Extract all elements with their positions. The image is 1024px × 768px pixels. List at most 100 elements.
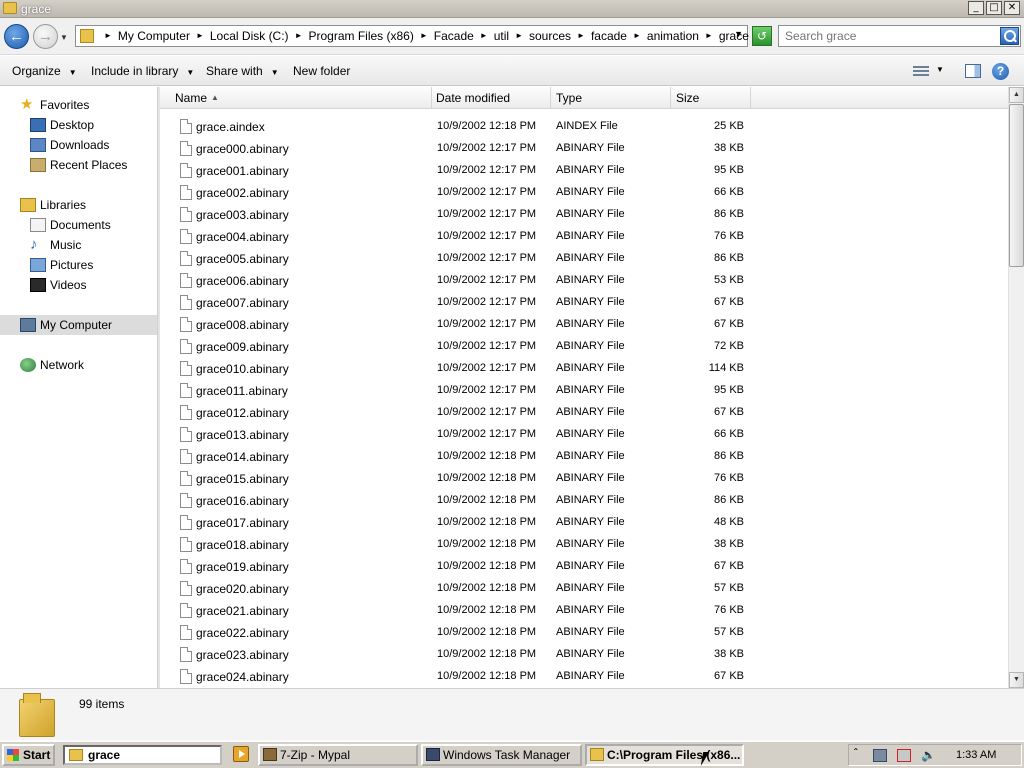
close-button[interactable]: ✕ (1004, 1, 1020, 15)
computer-tray-icon[interactable] (873, 749, 887, 762)
include-in-library-menu[interactable]: Include in library ▼ (91, 64, 194, 78)
nav-documents[interactable]: Documents (30, 215, 111, 235)
chevron-right-icon[interactable]: ► (577, 29, 585, 43)
file-list[interactable]: grace.aindex 10/9/2002 12:18 PM AINDEX Fil… (160, 109, 1008, 688)
maximize-button[interactable]: □ (986, 1, 1002, 15)
breadcrumb-item[interactable]: Local Disk (C:) (210, 29, 289, 43)
file-row[interactable]: grace021.abinary 10/9/2002 12:18 PM ABINAR… (160, 599, 1008, 621)
file-name[interactable]: grace003.abinary (196, 208, 289, 222)
file-name[interactable]: grace006.abinary (196, 274, 289, 288)
file-name[interactable]: grace022.abinary (196, 626, 289, 640)
nav-downloads[interactable]: Downloads (30, 135, 109, 155)
share-with-menu[interactable]: Share with ▼ (206, 64, 279, 78)
chevron-down-icon[interactable]: ▼ (936, 65, 944, 74)
column-header-name[interactable]: Name ▲ (160, 87, 432, 109)
file-name[interactable]: grace000.abinary (196, 142, 289, 156)
file-name[interactable]: grace007.abinary (196, 296, 289, 310)
breadcrumb-item[interactable]: animation (647, 29, 699, 43)
chevron-right-icon[interactable]: ► (705, 29, 713, 43)
taskbar-address-box[interactable]: grace (63, 745, 222, 765)
file-row[interactable]: grace.aindex 10/9/2002 12:18 PM AINDEX Fil… (160, 115, 1008, 137)
address-dropdown-icon[interactable]: ▼ (734, 29, 743, 39)
breadcrumb-item[interactable]: Program Files (x86) (308, 29, 413, 43)
file-row[interactable]: grace015.abinary 10/9/2002 12:18 PM ABINAR… (160, 467, 1008, 489)
file-name[interactable]: grace008.abinary (196, 318, 289, 332)
file-row[interactable]: grace024.abinary 10/9/2002 12:18 PM ABINAR… (160, 665, 1008, 687)
breadcrumb-item[interactable]: sources (529, 29, 571, 43)
file-name[interactable]: grace015.abinary (196, 472, 289, 486)
breadcrumb-item[interactable]: facade (591, 29, 627, 43)
recent-pages-dropdown[interactable]: ▼ (60, 33, 68, 42)
forward-button[interactable]: → (33, 24, 58, 49)
search-input[interactable] (779, 26, 999, 46)
back-button[interactable]: ← (4, 24, 29, 49)
file-name[interactable]: grace009.abinary (196, 340, 289, 354)
network-disconnected-icon[interactable] (897, 749, 911, 762)
file-name[interactable]: grace023.abinary (196, 648, 289, 662)
scroll-thumb[interactable] (1009, 104, 1024, 267)
file-row[interactable]: grace002.abinary 10/9/2002 12:17 PM ABINAR… (160, 181, 1008, 203)
column-header-size[interactable]: Size (671, 87, 751, 109)
show-hidden-icons-icon[interactable]: ˆ (854, 748, 857, 759)
taskbar-button-7zip[interactable]: 7-Zip - Mypal (258, 744, 418, 766)
file-name[interactable]: grace010.abinary (196, 362, 289, 376)
window-titlebar[interactable]: grace _ □ ✕ (0, 0, 1024, 18)
chevron-right-icon[interactable]: ► (295, 29, 303, 43)
breadcrumb-item[interactable]: util (494, 29, 509, 43)
file-row[interactable]: grace005.abinary 10/9/2002 12:17 PM ABINAR… (160, 247, 1008, 269)
chevron-right-icon[interactable]: ► (515, 29, 523, 43)
scroll-down-button[interactable]: ▼ (1009, 672, 1024, 688)
help-icon[interactable]: ? (992, 63, 1009, 80)
minimize-button[interactable]: _ (968, 1, 984, 15)
file-row[interactable]: grace018.abinary 10/9/2002 12:18 PM ABINAR… (160, 533, 1008, 555)
clock[interactable]: 1:33 AM (956, 749, 996, 761)
nav-network[interactable]: Network (20, 355, 84, 375)
file-row[interactable]: grace022.abinary 10/9/2002 12:18 PM ABINAR… (160, 621, 1008, 643)
new-folder-button[interactable]: New folder (293, 64, 350, 78)
file-name[interactable]: grace024.abinary (196, 670, 289, 684)
file-row[interactable]: grace008.abinary 10/9/2002 12:17 PM ABINAR… (160, 313, 1008, 335)
file-row[interactable]: grace000.abinary 10/9/2002 12:17 PM ABINAR… (160, 137, 1008, 159)
taskbar-button-explorer[interactable]: C:\Program Files (x86... (585, 744, 744, 766)
file-row[interactable]: grace014.abinary 10/9/2002 12:18 PM ABINAR… (160, 445, 1008, 467)
go-button[interactable] (233, 746, 249, 762)
file-name[interactable]: grace004.abinary (196, 230, 289, 244)
nav-my-computer[interactable]: My Computer (0, 315, 157, 335)
refresh-button[interactable]: ↺ (752, 26, 772, 46)
nav-videos[interactable]: Videos (30, 275, 86, 295)
file-row[interactable]: grace004.abinary 10/9/2002 12:17 PM ABINAR… (160, 225, 1008, 247)
file-name[interactable]: grace021.abinary (196, 604, 289, 618)
nav-desktop[interactable]: Desktop (30, 115, 94, 135)
file-row[interactable]: grace016.abinary 10/9/2002 12:18 PM ABINAR… (160, 489, 1008, 511)
file-row[interactable]: grace012.abinary 10/9/2002 12:17 PM ABINAR… (160, 401, 1008, 423)
start-button[interactable]: Start (2, 744, 55, 766)
file-row[interactable]: grace009.abinary 10/9/2002 12:17 PM ABINAR… (160, 335, 1008, 357)
file-row[interactable]: grace020.abinary 10/9/2002 12:18 PM ABINAR… (160, 577, 1008, 599)
search-box[interactable] (778, 25, 1021, 47)
chevron-right-icon[interactable]: ► (480, 29, 488, 43)
file-row[interactable]: grace007.abinary 10/9/2002 12:17 PM ABINAR… (160, 291, 1008, 313)
file-row[interactable]: grace003.abinary 10/9/2002 12:17 PM ABINAR… (160, 203, 1008, 225)
breadcrumb-item[interactable]: Facade (434, 29, 474, 43)
file-row[interactable]: grace023.abinary 10/9/2002 12:18 PM ABINAR… (160, 643, 1008, 665)
nav-favorites[interactable]: ★ Favorites (20, 95, 89, 115)
file-row[interactable]: grace019.abinary 10/9/2002 12:18 PM ABINAR… (160, 555, 1008, 577)
chevron-right-icon[interactable]: ► (196, 29, 204, 43)
nav-pictures[interactable]: Pictures (30, 255, 93, 275)
volume-icon[interactable]: 🔈 (921, 749, 936, 762)
file-name[interactable]: grace014.abinary (196, 450, 289, 464)
column-header-date-modified[interactable]: Date modified (432, 87, 551, 109)
vertical-scrollbar[interactable]: ▲ ▼ (1008, 87, 1024, 688)
chevron-right-icon[interactable]: ► (104, 29, 112, 43)
column-header-type[interactable]: Type (551, 87, 671, 109)
file-row[interactable]: grace010.abinary 10/9/2002 12:17 PM ABINAR… (160, 357, 1008, 379)
file-name[interactable]: grace013.abinary (196, 428, 289, 442)
file-name[interactable]: grace012.abinary (196, 406, 289, 420)
view-options-icon[interactable] (913, 65, 929, 77)
file-name[interactable]: grace.aindex (196, 120, 265, 134)
file-row[interactable]: grace006.abinary 10/9/2002 12:17 PM ABINAR… (160, 269, 1008, 291)
organize-menu[interactable]: Organize ▼ (12, 64, 77, 78)
file-name[interactable]: grace020.abinary (196, 582, 289, 596)
file-row[interactable]: grace013.abinary 10/9/2002 12:17 PM ABINAR… (160, 423, 1008, 445)
file-name[interactable]: grace017.abinary (196, 516, 289, 530)
